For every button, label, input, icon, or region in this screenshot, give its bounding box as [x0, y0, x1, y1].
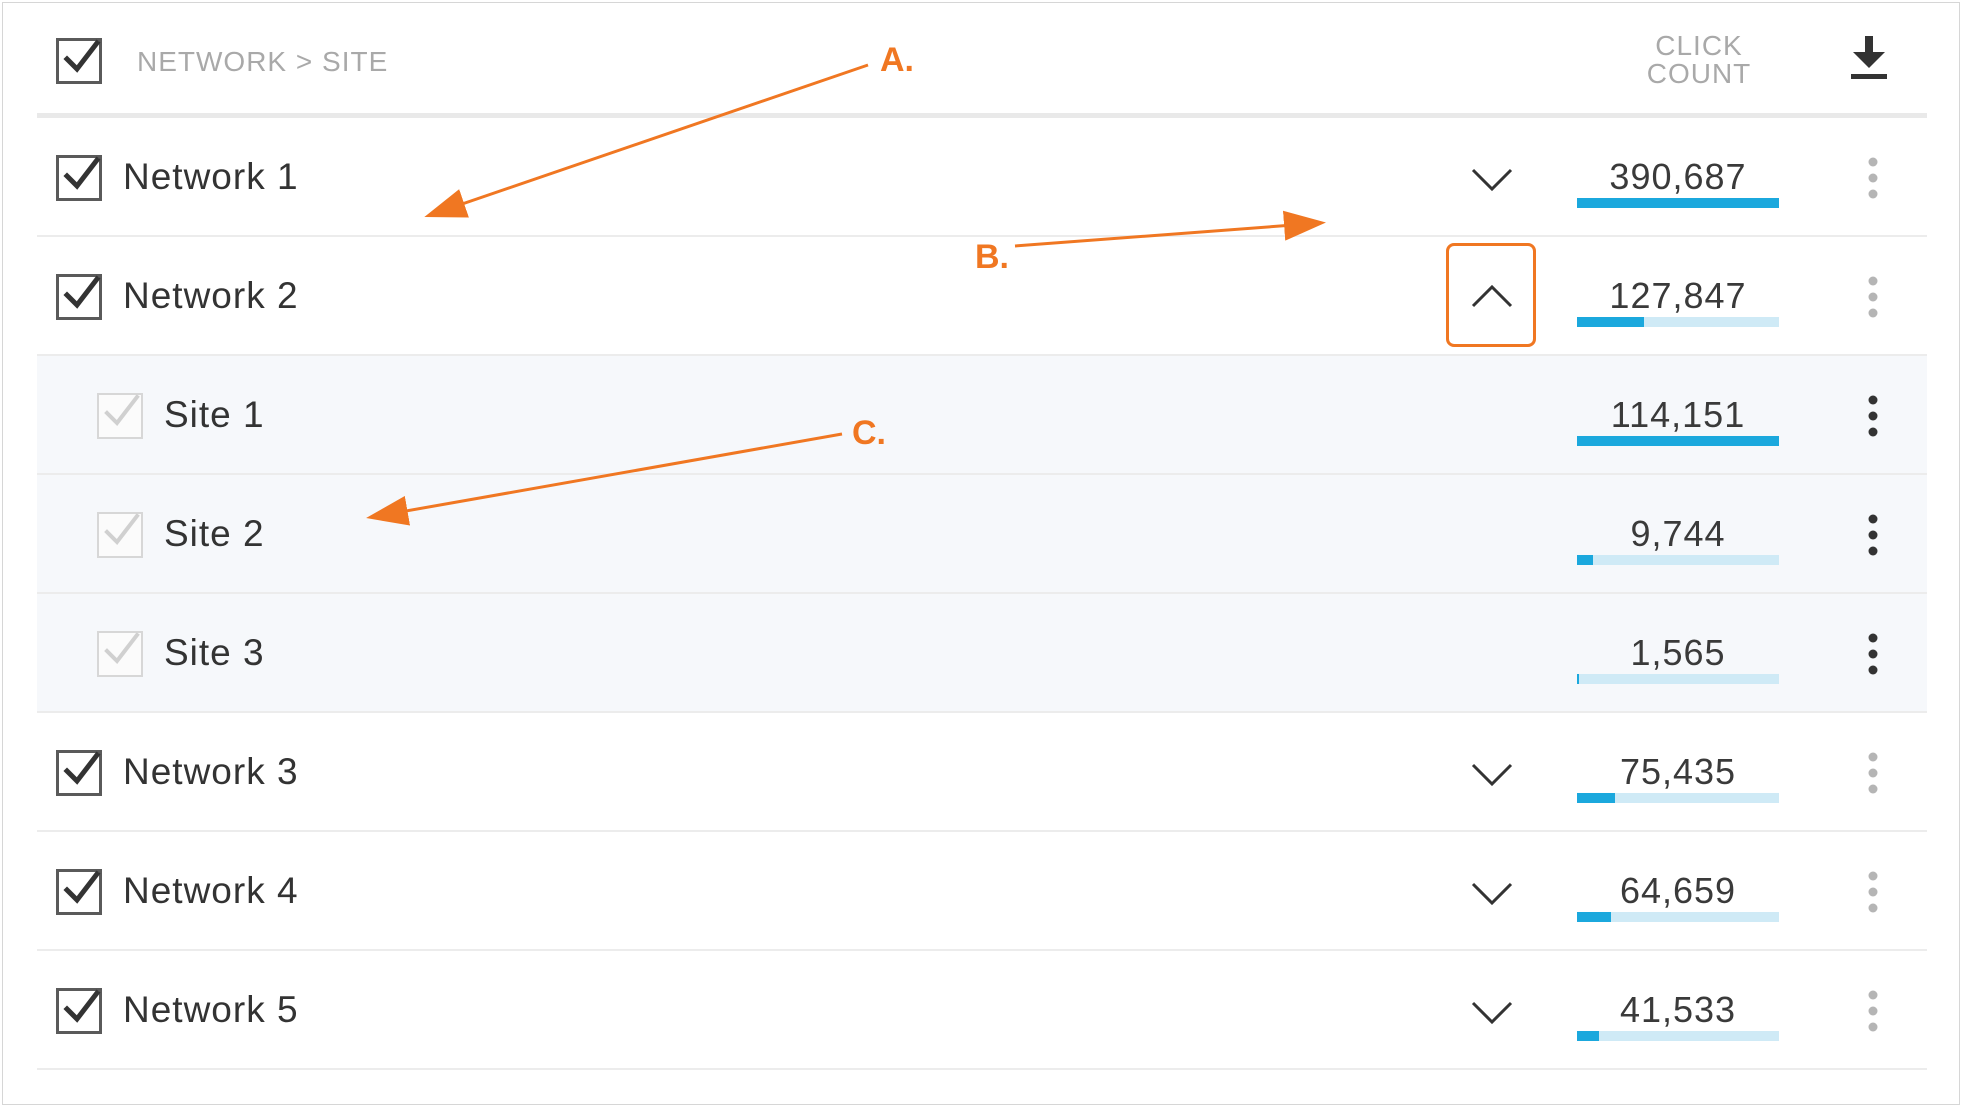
annotation-label-c: C. [852, 414, 886, 452]
annotation-arrow-b [1014, 210, 1326, 248]
annotation-overlay [366, 63, 1326, 526]
annotation-arrow-a [424, 63, 869, 218]
annotation-label-b: B. [975, 238, 1009, 276]
annotation-label-a: A. [880, 41, 914, 79]
annotation-arrow-c [366, 432, 843, 526]
